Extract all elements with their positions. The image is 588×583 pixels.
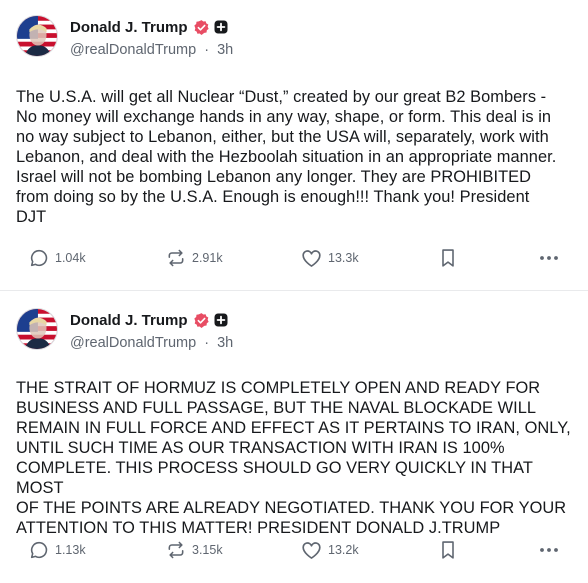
comment-bubble-icon (29, 248, 49, 268)
bookmark-button[interactable] (439, 540, 457, 560)
bookmark-icon (439, 248, 457, 268)
reply-button[interactable]: 1.13k (29, 540, 86, 560)
heart-icon (301, 248, 322, 268)
plus-badge-icon (214, 20, 228, 34)
author-display-name[interactable]: Donald J. Trump (70, 312, 188, 329)
post-timestamp[interactable]: 3h (217, 335, 233, 351)
meta-separator: · (204, 42, 210, 58)
reply-button[interactable]: 1.04k (29, 248, 86, 268)
more-dots-icon (539, 543, 559, 557)
repost-button[interactable]: 3.15k (166, 540, 223, 560)
bookmark-icon (439, 540, 457, 560)
more-options-button[interactable] (539, 251, 559, 265)
plus-badge-icon (214, 313, 228, 327)
post-timestamp[interactable]: 3h (217, 42, 233, 58)
author-name-row: Donald J. Trump (70, 17, 228, 37)
feed: Donald J. Trump @realDonaldTrump · 3h Th… (0, 0, 588, 559)
like-button[interactable]: 13.3k (301, 248, 359, 268)
avatar-image (17, 309, 57, 349)
author-handle-row: @realDonaldTrump · 3h (70, 335, 233, 351)
post-text: The U.S.A. will get all Nuclear “Dust,” … (16, 88, 557, 226)
comment-bubble-icon (29, 540, 49, 560)
author-display-name[interactable]: Donald J. Trump (70, 19, 188, 36)
more-dots-icon (539, 251, 559, 265)
reply-count: 1.13k (55, 543, 86, 557)
avatar[interactable] (16, 15, 58, 57)
author-name-row: Donald J. Trump (70, 310, 228, 330)
more-options-button[interactable] (539, 543, 559, 557)
meta-separator: · (204, 335, 210, 351)
bookmark-button[interactable] (439, 248, 457, 268)
reply-count: 1.04k (55, 251, 86, 265)
avatar-image (17, 16, 57, 56)
post-actions: 1.13k 3.15k 13.2k (0, 540, 588, 562)
like-button[interactable]: 13.2k (301, 540, 359, 560)
like-count: 13.3k (328, 251, 359, 265)
post-actions: 1.04k 2.91k 13.3k (0, 248, 588, 270)
repost-count: 2.91k (192, 251, 223, 265)
author-handle[interactable]: @realDonaldTrump (70, 42, 196, 58)
post-card[interactable]: Donald J. Trump @realDonaldTrump · 3h Th… (0, 0, 588, 291)
author-handle-row: @realDonaldTrump · 3h (70, 42, 233, 58)
repost-count: 3.15k (192, 543, 223, 557)
like-count: 13.2k (328, 543, 359, 557)
heart-icon (301, 540, 322, 560)
author-handle[interactable]: @realDonaldTrump (70, 335, 196, 351)
repost-button[interactable]: 2.91k (166, 248, 223, 268)
avatar[interactable] (16, 308, 58, 350)
repost-arrows-icon (166, 540, 186, 560)
verified-badge-icon (193, 312, 210, 329)
verified-badge-icon (193, 19, 210, 36)
post-text: THE STRAIT OF HORMUZ IS COMPLETELY OPEN … (16, 379, 571, 537)
repost-arrows-icon (166, 248, 186, 268)
